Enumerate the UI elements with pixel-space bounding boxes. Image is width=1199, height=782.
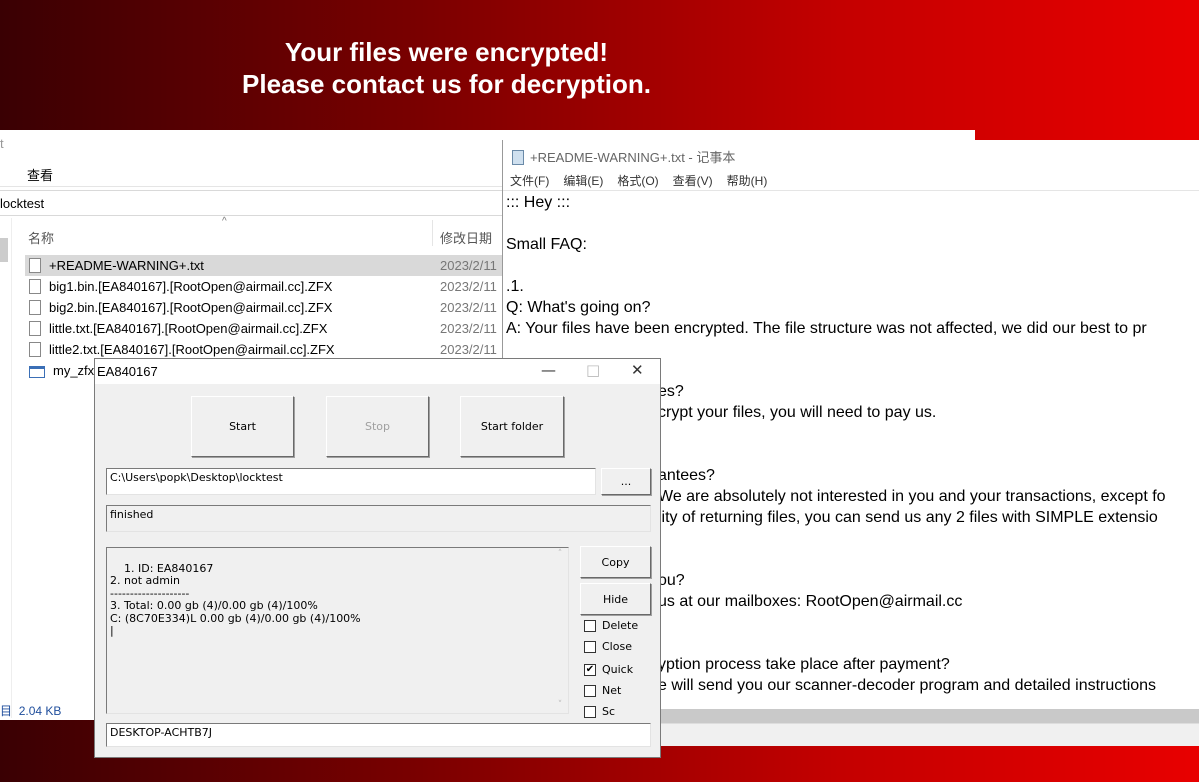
divider — [503, 190, 1199, 191]
notepad-titlebar: +README-WARNING+.txt - 记事本 — [503, 140, 1199, 170]
option-net-checkbox[interactable]: Net — [584, 684, 621, 697]
file-name: little.txt.[EA840167].[RootOpen@airmail.… — [49, 321, 328, 336]
notepad-icon — [512, 150, 524, 165]
executable-icon — [29, 366, 45, 378]
option-delete-checkbox[interactable]: Delete — [584, 619, 638, 632]
status-field: finished — [106, 505, 651, 532]
file-icon — [29, 279, 41, 294]
banner-line-2: Please contact us for decryption. — [242, 69, 651, 99]
scroll-down-icon[interactable]: ˅ — [552, 699, 568, 712]
stop-button: Stop — [326, 396, 429, 457]
log-scrollbar[interactable]: ˄ ˅ — [552, 548, 568, 713]
navigation-pane[interactable] — [0, 218, 12, 718]
column-header-name[interactable]: 名称 — [28, 228, 54, 247]
log-textarea[interactable]: 1. ID: EA840167 2. not admin -----------… — [106, 547, 569, 714]
checkmark-icon[interactable]: ✔ — [584, 663, 596, 676]
file-name: big1.bin.[EA840167].[RootOpen@airmail.cc… — [49, 279, 333, 294]
dialog-title: EA840167 — [97, 364, 158, 379]
explorer-title: t — [0, 136, 4, 151]
log-text: 1. ID: EA840167 2. not admin -----------… — [110, 561, 361, 637]
file-date: 2023/2/11 — [440, 258, 497, 273]
file-row[interactable]: big1.bin.[EA840167].[RootOpen@airmail.cc… — [25, 276, 505, 297]
menu-edit[interactable]: 编辑(E) — [563, 174, 603, 188]
option-label: Quick — [602, 663, 634, 676]
file-date: 2023/2/11 — [440, 279, 497, 294]
column-header-modified[interactable]: 修改日期 — [440, 228, 492, 247]
sort-ascending-icon: ^ — [222, 216, 227, 227]
text-line: A: Your files have been encrypted. The f… — [506, 320, 1147, 337]
text-line: Q: What's going on? — [506, 299, 651, 316]
file-row[interactable]: big2.bin.[EA840167].[RootOpen@airmail.cc… — [25, 297, 505, 318]
file-date: 2023/2/11 — [440, 300, 497, 315]
option-label: Net — [602, 684, 622, 697]
ransom-banner: Your files were encrypted! Please contac… — [0, 36, 893, 100]
scroll-up-icon[interactable]: ˄ — [552, 548, 568, 561]
copy-button[interactable]: Copy — [580, 546, 651, 578]
browse-button[interactable]: ... — [601, 468, 651, 495]
menu-file[interactable]: 文件(F) — [510, 174, 549, 188]
file-icon — [29, 300, 41, 315]
text-line — [506, 339, 1199, 360]
dialog-titlebar: EA840167 — [95, 359, 660, 384]
start-folder-button[interactable]: Start folder — [460, 396, 564, 457]
address-text: locktest — [0, 196, 45, 211]
checkbox-icon[interactable] — [584, 619, 596, 632]
ribbon-tab-view[interactable]: 查看 — [27, 165, 53, 184]
file-icon — [29, 342, 41, 357]
file-name: big2.bin.[EA840167].[RootOpen@airmail.cc… — [49, 300, 333, 315]
option-label: Delete — [602, 619, 639, 632]
navigation-selected-item[interactable] — [0, 238, 8, 262]
notepad-menu-bar: 文件(F) 编辑(E) 格式(O) 查看(V) 帮助(H) — [503, 172, 774, 192]
computer-name-field[interactable]: DESKTOP-ACHTB7J — [106, 723, 651, 747]
close-icon[interactable]: ✕ — [631, 361, 644, 379]
file-row[interactable]: little.txt.[EA840167].[RootOpen@airmail.… — [25, 318, 505, 339]
checkbox-icon[interactable] — [584, 640, 596, 653]
status-bar: 目 2.04 KB — [0, 702, 61, 719]
start-button[interactable]: Start — [191, 396, 294, 457]
ransomware-dialog: EA840167 — □ ✕ Start Stop Start folder C… — [94, 358, 661, 758]
status-item-count: 目 — [0, 704, 13, 718]
text-line: .1. — [506, 278, 524, 295]
file-date: 2023/2/11 — [440, 342, 497, 357]
checkbox-icon[interactable] — [584, 705, 596, 718]
option-close-checkbox[interactable]: Close — [584, 640, 632, 653]
option-sc-checkbox[interactable]: Sc — [584, 705, 615, 718]
file-name: little2.txt.[EA840167].[RootOpen@airmail… — [49, 342, 335, 357]
menu-format[interactable]: 格式(O) — [617, 174, 658, 188]
file-icon — [29, 321, 41, 336]
option-label: Sc — [602, 705, 616, 718]
text-line: Small FAQ: — [506, 236, 587, 253]
status-selected-size: 2.04 KB — [18, 704, 62, 718]
minimize-icon[interactable]: — — [541, 361, 556, 379]
menu-help[interactable]: 帮助(H) — [727, 174, 768, 188]
text-file-icon — [29, 258, 41, 273]
text-line: ::: Hey ::: — [506, 194, 571, 211]
hide-button[interactable]: Hide — [580, 583, 651, 615]
text-line — [506, 255, 1199, 276]
option-label: Close — [602, 640, 632, 653]
text-line — [506, 213, 1199, 234]
file-name: +README-WARNING+.txt — [49, 258, 204, 273]
notepad-title: +README-WARNING+.txt - 记事本 — [530, 150, 736, 165]
column-separator[interactable] — [432, 220, 433, 246]
banner-line-1: Your files were encrypted! — [284, 37, 609, 67]
file-row[interactable]: little2.txt.[EA840167].[RootOpen@airmail… — [25, 339, 505, 360]
file-date: 2023/2/11 — [440, 321, 497, 336]
option-quick-checkbox[interactable]: ✔ Quick — [584, 663, 633, 676]
menu-view[interactable]: 查看(V) — [673, 174, 713, 188]
path-input[interactable]: C:\Users\popk\Desktop\locktest — [106, 468, 596, 495]
checkbox-icon[interactable] — [584, 684, 596, 697]
maximize-icon: □ — [586, 361, 601, 379]
file-row[interactable]: +README-WARNING+.txt 2023/2/11 — [25, 255, 505, 276]
